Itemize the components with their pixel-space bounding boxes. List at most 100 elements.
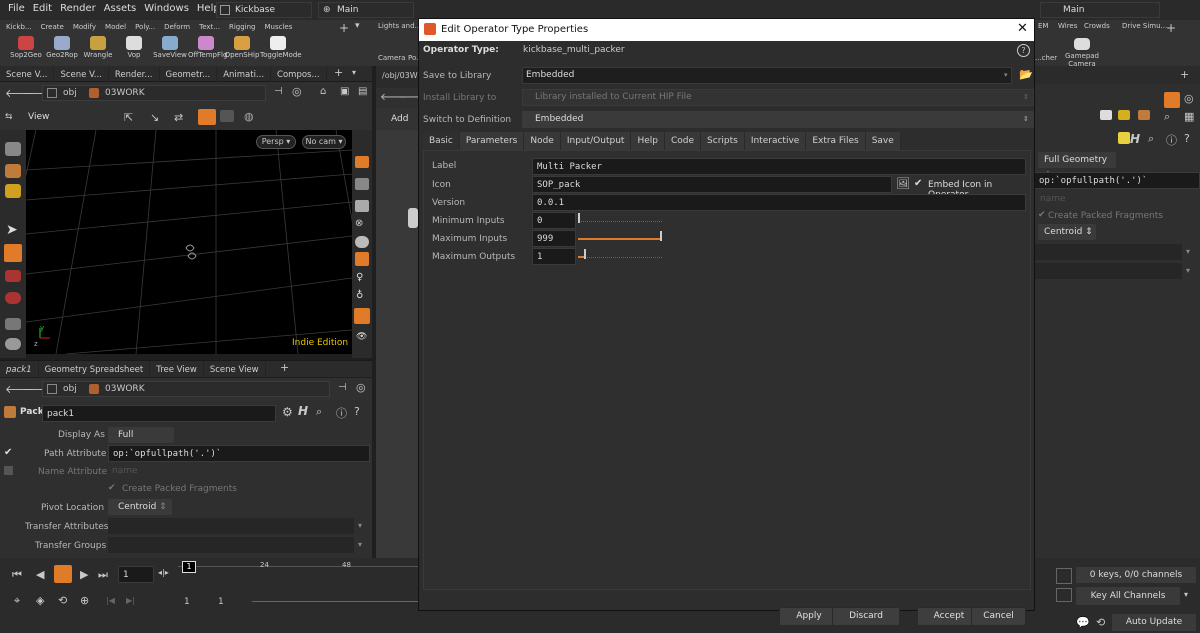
- discard-button[interactable]: Discard: [832, 607, 900, 626]
- dialog-tab-extra-files[interactable]: Extra Files: [806, 132, 866, 150]
- max-inputs-field[interactable]: 999: [532, 230, 576, 247]
- node-tile[interactable]: [408, 208, 418, 228]
- link-icon[interactable]: ◎: [292, 85, 302, 98]
- param-link-icon[interactable]: ◎: [356, 381, 366, 394]
- param-pane-tab[interactable]: pack1: [0, 361, 39, 379]
- path-attr-check-icon[interactable]: ✔: [4, 447, 12, 458]
- right-help-icon[interactable]: ?: [1184, 132, 1190, 145]
- help-h-icon[interactable]: H: [298, 404, 308, 418]
- main-selector[interactable]: ⊕ Main: [318, 2, 414, 18]
- home-icon[interactable]: ⌂: [320, 86, 326, 97]
- node-name-field[interactable]: pack1: [42, 405, 276, 422]
- shelf-tab-em[interactable]: EM: [1038, 22, 1048, 30]
- shelf-tab[interactable]: Rigging: [229, 23, 256, 31]
- shading-icon[interactable]: [355, 156, 369, 168]
- handle-tool-icon[interactable]: [5, 142, 21, 156]
- max-inputs-slider[interactable]: [578, 238, 662, 240]
- menu-file[interactable]: File: [8, 3, 25, 14]
- timeline-ruler[interactable]: 1 24 48: [178, 561, 418, 588]
- current-frame-field[interactable]: 1: [118, 566, 154, 583]
- refresh-icon[interactable]: ⟲: [1096, 616, 1105, 629]
- pin-display-icon[interactable]: ♁: [356, 290, 363, 301]
- range-start-icon[interactable]: |◀: [106, 596, 115, 605]
- badge-icon[interactable]: [1118, 132, 1130, 144]
- right-create-packed-check-icon[interactable]: ✔: [1038, 210, 1046, 220]
- dialog-tab-interactive[interactable]: Interactive: [744, 132, 807, 150]
- transfer-attr-field[interactable]: [108, 518, 354, 534]
- dialog-tab-node[interactable]: Node: [524, 132, 561, 150]
- chat-icon[interactable]: 💬: [1076, 616, 1090, 629]
- ghost-icon[interactable]: ⊗: [355, 218, 363, 229]
- range-end-field[interactable]: 1: [218, 597, 224, 607]
- note-icon[interactable]: [1100, 110, 1112, 120]
- icon-field[interactable]: SOP_pack: [532, 176, 892, 193]
- min-inputs-field[interactable]: 0: [532, 212, 576, 229]
- param-pin-icon[interactable]: ⊣: [338, 382, 347, 393]
- stop-icon[interactable]: [54, 565, 72, 583]
- dialog-tab-save[interactable]: Save: [865, 132, 901, 150]
- settings-icon[interactable]: ▤: [358, 86, 367, 97]
- step-back-icon[interactable]: ◀: [36, 568, 44, 581]
- right-display-as-menu[interactable]: Full Geometry ⇕: [1038, 152, 1116, 181]
- camera-menu[interactable]: No cam ▾: [302, 135, 346, 149]
- camera-view-icon[interactable]: [354, 308, 370, 324]
- viewport-menu-icon[interactable]: ⇆: [5, 112, 13, 122]
- switch-definition-dropdown-icon[interactable]: ⇕: [1023, 115, 1029, 123]
- jump-end-icon[interactable]: ⏭: [98, 568, 108, 582]
- max-outputs-slider[interactable]: [578, 257, 662, 258]
- switch-definition-menu[interactable]: Embedded: [522, 111, 1034, 128]
- icon-chooser-icon[interactable]: 🖼: [896, 177, 910, 190]
- path-attr-field[interactable]: op:`opfullpath('.')`: [108, 445, 370, 462]
- gear-icon[interactable]: ⚙: [282, 405, 293, 419]
- shelf-tab-lights[interactable]: Lights and...: [378, 22, 421, 30]
- param-pane-tab[interactable]: Geometry Spreadsheet: [39, 361, 151, 379]
- shelf-tool-togglemode[interactable]: ToggleMode: [260, 36, 302, 64]
- add-shelf-right-icon[interactable]: +: [1166, 21, 1176, 35]
- info-icon[interactable]: ⓘ: [336, 405, 347, 421]
- display-icon[interactable]: [220, 110, 234, 122]
- close-icon[interactable]: ✕: [1017, 21, 1028, 36]
- shelf-tool-wrangle[interactable]: Wrangle: [80, 36, 116, 64]
- lock-icon[interactable]: [4, 244, 22, 262]
- shelf-tool-geo2rop[interactable]: Geo2Rop: [44, 36, 80, 64]
- menu-render[interactable]: Render: [60, 3, 96, 14]
- display-as-menu[interactable]: Full Geometry ⇕: [108, 427, 174, 456]
- rotate-tool-icon[interactable]: ⇄: [174, 111, 183, 124]
- path-field[interactable]: obj 03WORK: [42, 85, 266, 101]
- dialog-tab-parameters[interactable]: Parameters: [459, 132, 525, 150]
- play-icon[interactable]: ▶: [80, 568, 88, 581]
- shelf-tool-sop2geo[interactable]: Sop2Geo: [8, 36, 44, 64]
- object-mode-icon[interactable]: [5, 184, 21, 198]
- realtime-icon[interactable]: ◈: [36, 594, 44, 607]
- select-tool-icon[interactable]: ⇱: [124, 111, 133, 124]
- min-inputs-handle[interactable]: [578, 213, 580, 223]
- right-transfer-groups-dropdown-icon[interactable]: ▾: [1186, 266, 1190, 275]
- add-tab-icon[interactable]: +: [334, 66, 343, 79]
- right-grid-icon[interactable]: ▦: [1184, 110, 1194, 123]
- max-outputs-field[interactable]: 1: [532, 248, 576, 265]
- select-arrow-icon[interactable]: ➤: [6, 222, 18, 238]
- menu-windows[interactable]: Windows: [144, 3, 189, 14]
- shelf-tool-vop[interactable]: Vop: [116, 36, 152, 64]
- pin-icon[interactable]: ⊣: [274, 86, 283, 97]
- shelf-tab-drive[interactable]: Drive Simu...: [1122, 22, 1167, 30]
- shelf-tab[interactable]: Poly...: [135, 23, 155, 31]
- shelf-tab[interactable]: Text...: [199, 23, 220, 31]
- step-keys-icon[interactable]: ◂|▸: [158, 568, 169, 577]
- key-tool-icon[interactable]: ⌖: [14, 594, 20, 608]
- range-end-icon[interactable]: ▶|: [126, 596, 135, 605]
- loop-icon[interactable]: ⟲: [58, 594, 67, 607]
- file-chooser-icon[interactable]: 📂: [1019, 68, 1033, 81]
- key-all-button[interactable]: Key All Channels: [1076, 587, 1180, 605]
- right-transfer-groups-field[interactable]: [1034, 263, 1182, 279]
- transfer-groups-field[interactable]: [108, 537, 354, 553]
- key-all-icon[interactable]: [1056, 588, 1072, 602]
- network-add-button[interactable]: Add: [391, 114, 408, 124]
- right-transfer-attr-field[interactable]: [1034, 244, 1182, 260]
- range-start-field[interactable]: 1: [184, 597, 190, 607]
- viewport[interactable]: Persp ▾ No cam ▾ Indie Edition y z: [26, 130, 352, 354]
- right-info-icon[interactable]: ⓘ: [1166, 132, 1177, 148]
- transfer-attr-dropdown-icon[interactable]: ▾: [358, 521, 362, 530]
- min-inputs-slider[interactable]: [578, 221, 662, 222]
- lock-camera-icon[interactable]: [355, 200, 369, 212]
